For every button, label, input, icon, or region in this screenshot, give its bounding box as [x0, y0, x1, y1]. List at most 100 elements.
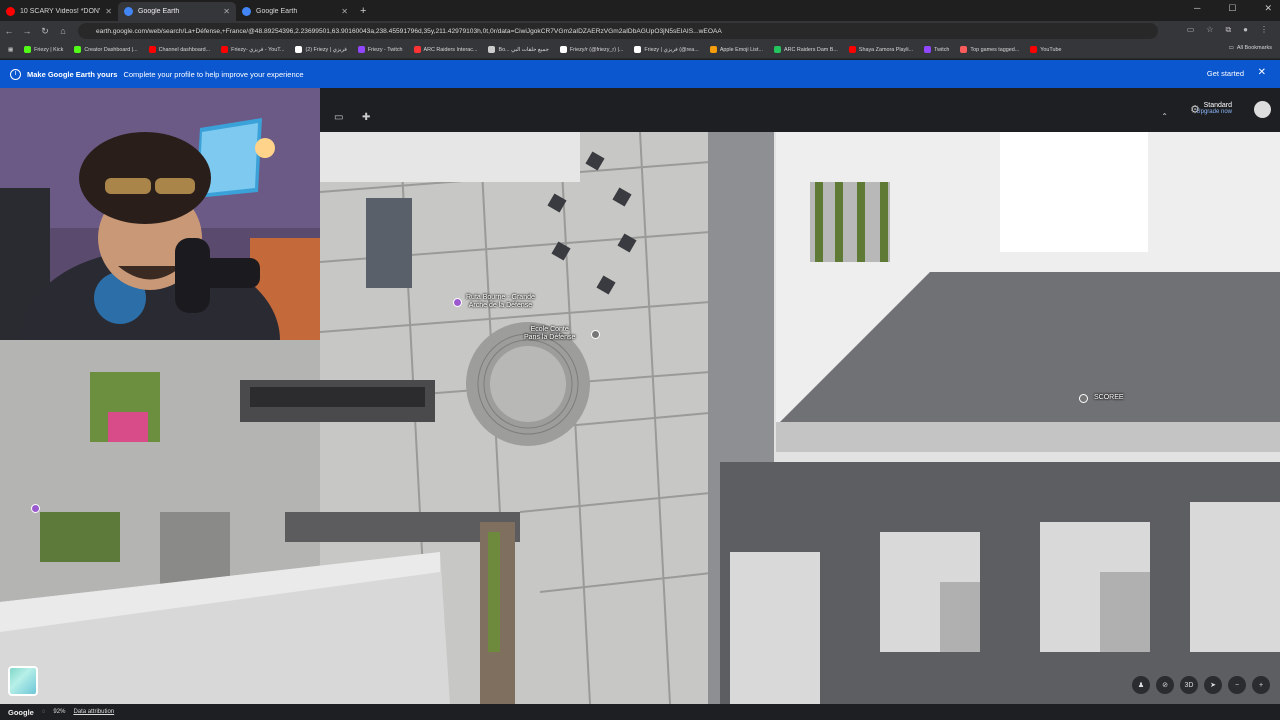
ruta-bourne-label[interactable]: Ruta Bourne - Grande Arche de la Défense — [466, 294, 535, 310]
bookmark-item[interactable]: Friezy | فريزي (@rea... — [634, 46, 699, 53]
banner-title: Make Google Earth yours — [27, 69, 118, 79]
bookmark-favicon — [357, 46, 365, 53]
url-field[interactable]: earth.google.com/web/search/La+Défense,+… — [78, 23, 1158, 39]
bookmark-item[interactable]: (2) Friezy | فريزي — [295, 46, 347, 53]
projects-icon[interactable]: ✚ — [362, 112, 370, 123]
upgrade-link[interactable]: Upgrade now — [1196, 109, 1232, 115]
layers-thumbnail[interactable] — [8, 666, 38, 696]
bookmark-favicon — [559, 46, 567, 53]
close-icon[interactable]: ✕ — [1258, 67, 1266, 78]
compass-icon[interactable]: ⊘ — [1156, 676, 1174, 694]
bookmark-label: ARC Raiders Interac... — [423, 46, 478, 53]
bookmark-item[interactable]: Friezy | Kick — [24, 46, 63, 53]
google-earth-icon — [242, 7, 251, 16]
ruta-bourne-text: Ruta Bourne - Grande Arche de la Défense — [466, 294, 535, 309]
bookmark-item[interactable]: Top games tagged... — [960, 46, 1019, 53]
bookmark-item[interactable]: ARC Raiders Interac... — [413, 46, 478, 53]
bookmark-label: Creator Dashboard |... — [84, 46, 138, 53]
tab-scary-videos[interactable]: 10 SCARY Videos! *DON'T wat... ✕ — [0, 2, 118, 21]
measure-icon[interactable]: ▭ — [334, 112, 343, 123]
bookmark-item[interactable]: Friezy- فريزي - YouT... — [221, 46, 284, 53]
school-pin-icon[interactable] — [591, 330, 600, 339]
chevron-up-icon[interactable]: ⌃ — [1161, 112, 1168, 121]
profile-icon[interactable]: ● — [1243, 25, 1248, 35]
close-window-icon[interactable]: ✕ — [1264, 3, 1272, 14]
bookmark-label: Channel dashboard... — [158, 46, 211, 53]
close-icon[interactable]: ✕ — [105, 7, 112, 16]
window-controls: ─ ☐ ✕ — [1194, 3, 1272, 14]
place-pin-icon[interactable] — [31, 504, 40, 513]
bookmark-favicon — [148, 46, 156, 53]
star-icon[interactable]: ☆ — [1206, 25, 1213, 35]
all-bookmarks[interactable]: ▭ All Bookmarks — [1229, 45, 1272, 51]
youtube-icon — [6, 7, 15, 16]
bookmark-item[interactable]: Creator Dashboard |... — [74, 46, 138, 53]
cast-icon[interactable]: ▭ — [1187, 25, 1195, 35]
zoom-in-icon[interactable]: + — [1252, 676, 1270, 694]
bookmarks-bar: ▦ Friezy | Kick Creator Dashboard |... C… — [0, 41, 1280, 59]
bookmark-item[interactable]: Twitch — [924, 46, 949, 53]
tab-google-earth[interactable]: Google Earth ✕ — [236, 2, 354, 21]
scoree-text: SCOREE — [1094, 394, 1124, 401]
minimize-icon[interactable]: ─ — [1194, 3, 1200, 14]
back-icon[interactable]: ← — [0, 26, 18, 36]
bookmark-item[interactable]: Shaya Zamora Playli... — [848, 46, 913, 53]
home-icon[interactable]: ⌂ — [54, 26, 72, 36]
zoom-out-icon[interactable]: − — [1228, 676, 1246, 694]
bookmark-item[interactable]: Apple Emoji List... — [709, 46, 763, 53]
bookmark-item[interactable]: Channel dashboard... — [148, 46, 211, 53]
bookmark-label: Friezy- فريزي - YouT... — [231, 46, 285, 53]
extensions-icon[interactable]: ⧉ — [1225, 25, 1231, 35]
plan-status[interactable]: Standard Upgrade now — [1196, 102, 1232, 115]
folder-icon: ▭ — [1228, 45, 1234, 51]
info-icon: i — [10, 68, 21, 80]
reload-icon[interactable]: ↻ — [36, 26, 54, 37]
banner-text: Complete your profile to help improve yo… — [123, 69, 304, 79]
google-earth-icon — [124, 7, 133, 16]
close-icon[interactable]: ✕ — [223, 7, 230, 16]
pegman-icon[interactable]: ♟ — [1132, 676, 1150, 694]
bookmark-favicon — [221, 46, 229, 53]
ecole-conte-text: Ecole Conté Paris la Défense — [524, 326, 576, 341]
tab-title: Google Earth — [256, 8, 298, 15]
place-pin-icon[interactable] — [1079, 394, 1088, 403]
ecole-conte-label[interactable]: Ecole Conté Paris la Défense — [524, 326, 575, 342]
maximize-icon[interactable]: ☐ — [1228, 3, 1236, 14]
place-pin-icon[interactable] — [453, 298, 462, 307]
url-text: earth.google.com/web/search/La+Défense,+… — [96, 27, 722, 35]
google-logo: Google — [8, 707, 34, 717]
new-tab-button[interactable]: + — [360, 5, 366, 17]
bookmark-item[interactable]: YouTube — [1030, 46, 1061, 53]
tab-google-earth-active[interactable]: Google Earth ✕ — [118, 2, 236, 21]
avatar[interactable] — [1254, 101, 1271, 118]
bookmark-item[interactable]: Friezy/r (@friezy_r) |... — [559, 46, 624, 53]
bookmark-item[interactable]: Friezy - Twitch — [357, 46, 403, 53]
toggle-3d-button[interactable]: 3D — [1180, 676, 1198, 694]
streamer-webcam-image — [0, 88, 320, 340]
bookmark-label: Friezy/r (@friezy_r) |... — [569, 46, 624, 53]
north-arrow-icon[interactable]: ➤ — [1204, 676, 1222, 694]
map-controls: ♟ ⊘ 3D ➤ − + — [1132, 676, 1270, 694]
menu-icon[interactable]: ⋮ — [1260, 25, 1268, 35]
map-footer: Google ◌ 92% Data attribution — [0, 704, 1280, 720]
tab-title: 10 SCARY Videos! *DON'T wat... — [20, 8, 100, 15]
bookmark-item[interactable]: ARC Raiders Dam B... — [773, 46, 838, 53]
bookmark-favicon — [960, 46, 968, 53]
loading-percent: 92% — [53, 709, 66, 715]
bookmark-label: Friezy - Twitch — [367, 46, 403, 53]
bookmark-item[interactable]: Bo... جميع حلقات البي — [488, 46, 549, 53]
webcam-overlay — [0, 88, 320, 340]
get-started-button[interactable]: Get started — [1207, 69, 1244, 78]
scoree-label[interactable]: SCOREE — [1094, 394, 1124, 402]
bookmark-label: Twitch — [934, 46, 950, 53]
bookmark-favicon — [413, 46, 421, 53]
apps-icon[interactable]: ▦ — [8, 47, 13, 53]
profile-banner: i Make Google Earth yours Complete your … — [0, 60, 1280, 88]
address-bar-row: ← → ↻ ⌂ earth.google.com/web/search/La+D… — [0, 21, 1280, 41]
close-icon[interactable]: ✕ — [341, 7, 348, 16]
bookmark-favicon — [1030, 46, 1038, 53]
forward-icon[interactable]: → — [18, 26, 36, 36]
data-attribution-link[interactable]: Data attribution — [73, 709, 114, 715]
bookmark-favicon — [924, 46, 932, 53]
bookmark-label: Top games tagged... — [970, 46, 1020, 53]
